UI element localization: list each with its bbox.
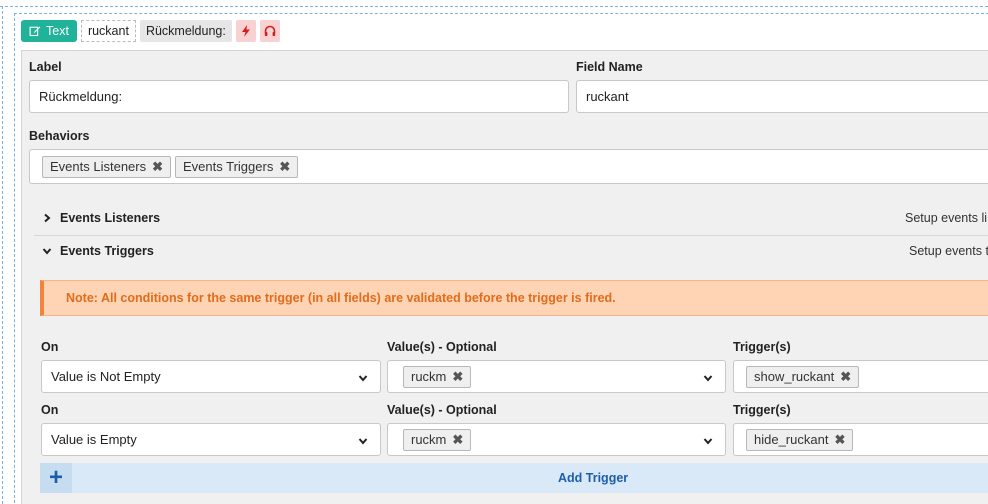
field-name-heading: Field Name xyxy=(576,60,643,74)
field-label-tag[interactable]: Rückmeldung: xyxy=(139,20,232,42)
label-heading: Label xyxy=(29,60,62,74)
behaviors-multiselect[interactable]: Events Listeners ✖ Events Triggers ✖ xyxy=(29,149,988,184)
outer-dashed-border-left xyxy=(2,6,3,504)
headphones-icon xyxy=(264,25,276,36)
on-select[interactable]: Value is Not Empty xyxy=(41,360,381,393)
headphones-tag[interactable] xyxy=(259,20,280,42)
triggers-multiselect[interactable]: show_ruckant ✖ xyxy=(733,360,988,393)
add-trigger-bar[interactable]: + Add Trigger xyxy=(40,463,988,493)
edit-icon xyxy=(29,26,41,37)
chevron-down-icon xyxy=(358,438,368,445)
on-select[interactable]: Value is Empty xyxy=(41,423,381,456)
value-chip-label: ruckm xyxy=(411,369,447,384)
remove-icon[interactable]: ✖ xyxy=(452,432,463,448)
behavior-chip-label: Events Triggers xyxy=(183,159,274,174)
accordion-title: Events Triggers xyxy=(60,244,154,258)
remove-icon[interactable]: ✖ xyxy=(452,369,463,385)
remove-icon[interactable]: ✖ xyxy=(279,159,290,175)
on-heading: On xyxy=(41,340,59,354)
value-chip-label: ruckm xyxy=(411,432,447,447)
remove-icon[interactable]: ✖ xyxy=(834,432,845,448)
behaviors-heading: Behaviors xyxy=(29,129,90,143)
trigger-chip-label: hide_ruckant xyxy=(754,432,829,447)
value-chip[interactable]: ruckm ✖ xyxy=(403,428,472,451)
on-select-value: Value is Not Empty xyxy=(51,369,161,384)
behavior-chip[interactable]: Events Listeners ✖ xyxy=(42,155,172,178)
chevron-down-icon xyxy=(703,438,713,445)
field-type-badge[interactable]: Text xyxy=(21,20,77,42)
lightning-icon xyxy=(241,25,250,37)
on-select-value: Value is Empty xyxy=(51,432,137,447)
trigger-chip[interactable]: hide_ruckant ✖ xyxy=(746,428,854,451)
remove-icon[interactable]: ✖ xyxy=(152,159,163,175)
field-name-input[interactable]: ruckant xyxy=(576,80,988,113)
value-chip[interactable]: ruckm ✖ xyxy=(403,365,472,388)
accordion-description: Setup events t xyxy=(909,244,988,258)
accordion-events-triggers[interactable]: Events Triggers Setup events t xyxy=(34,235,988,267)
add-trigger-button[interactable]: Add Trigger xyxy=(558,471,628,485)
on-heading: On xyxy=(41,403,59,417)
accordion-events-listeners[interactable]: Events Listeners Setup events li xyxy=(34,202,988,234)
field-type-label: Text xyxy=(46,24,69,38)
values-multiselect[interactable]: ruckm ✖ xyxy=(387,423,726,456)
values-heading: Value(s) - Optional xyxy=(387,403,497,417)
triggers-multiselect[interactable]: hide_ruckant ✖ xyxy=(733,423,988,456)
behavior-chip[interactable]: Events Triggers ✖ xyxy=(175,155,299,178)
plus-icon[interactable]: + xyxy=(40,463,72,493)
chevron-down-icon xyxy=(703,375,713,382)
chevron-right-icon xyxy=(44,213,51,223)
field-toolbar: Text ruckant Rückmeldung: xyxy=(21,20,280,42)
accordion-title: Events Listeners xyxy=(60,211,161,225)
field-name-tag[interactable]: ruckant xyxy=(80,20,136,42)
triggers-heading: Trigger(s) xyxy=(733,403,791,417)
lightning-tag[interactable] xyxy=(235,20,256,42)
behavior-chip-label: Events Listeners xyxy=(50,159,147,174)
trigger-chip-label: show_ruckant xyxy=(754,369,835,384)
trigger-note-banner: Note: All conditions for the same trigge… xyxy=(40,280,988,316)
remove-icon[interactable]: ✖ xyxy=(840,369,851,385)
values-heading: Value(s) - Optional xyxy=(387,340,497,354)
chevron-down-icon xyxy=(358,375,368,382)
label-input[interactable]: Rückmeldung: xyxy=(29,80,569,113)
values-multiselect[interactable]: ruckm ✖ xyxy=(387,360,726,393)
outer-dashed-border-top xyxy=(0,6,988,7)
trigger-chip[interactable]: show_ruckant ✖ xyxy=(746,365,860,388)
chevron-down-icon xyxy=(42,248,52,255)
triggers-heading: Trigger(s) xyxy=(733,340,791,354)
accordion-description: Setup events li xyxy=(905,211,987,225)
